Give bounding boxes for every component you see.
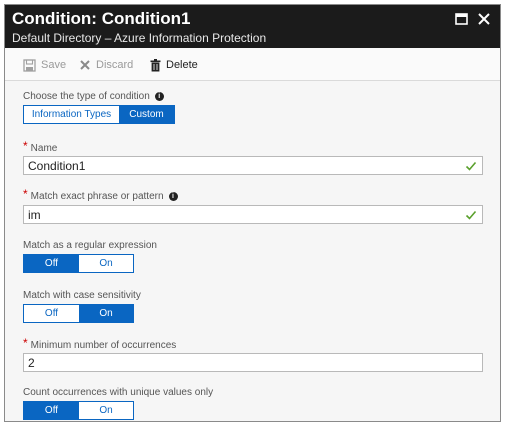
info-icon[interactable]: i bbox=[154, 92, 164, 101]
check-icon bbox=[465, 210, 477, 220]
discard-icon bbox=[80, 60, 90, 70]
save-button[interactable]: Save bbox=[23, 57, 66, 73]
regex-on-option[interactable]: On bbox=[79, 255, 133, 272]
unique-values-label-row: Count occurrences with unique values onl… bbox=[23, 387, 213, 398]
min-occurrences-label: Minimum number of occurrences bbox=[30, 339, 177, 351]
title-bar: Condition: Condition1 Default Directory … bbox=[5, 5, 500, 48]
required-marker: * bbox=[23, 336, 28, 350]
close-icon[interactable] bbox=[476, 11, 492, 27]
min-occurrences-label-row: * Minimum number of occurrences bbox=[23, 336, 177, 352]
case-sensitivity-label: Match with case sensitivity bbox=[23, 290, 141, 301]
case-sensitivity-toggle: Off On bbox=[23, 304, 134, 323]
blade-subtitle: Default Directory – Azure Information Pr… bbox=[12, 31, 267, 45]
name-input[interactable] bbox=[24, 157, 458, 175]
discard-label: Discard bbox=[96, 59, 134, 71]
match-phrase-field bbox=[23, 205, 483, 224]
condition-type-label-row: Choose the type of condition i bbox=[23, 91, 164, 102]
unique-values-toggle: Off On bbox=[23, 401, 134, 420]
condition-type-selector: Information Types Custom bbox=[23, 105, 175, 124]
match-phrase-label: Match exact phrase or pattern bbox=[30, 190, 164, 202]
required-marker: * bbox=[23, 139, 28, 153]
condition-type-label: Choose the type of condition bbox=[23, 91, 150, 102]
save-label: Save bbox=[41, 59, 67, 71]
unique-on-option[interactable]: On bbox=[79, 402, 133, 419]
regex-toggle: Off On bbox=[23, 254, 134, 273]
name-label: Name bbox=[30, 142, 58, 154]
delete-button[interactable]: Delete bbox=[150, 57, 198, 73]
blade-title: Condition: Condition1 bbox=[12, 9, 191, 28]
case-on-option[interactable]: On bbox=[79, 305, 133, 322]
required-marker: * bbox=[23, 187, 28, 201]
min-occurrences-field bbox=[23, 353, 483, 372]
save-icon bbox=[23, 58, 36, 72]
case-label-row: Match with case sensitivity bbox=[23, 290, 141, 301]
info-icon[interactable]: i bbox=[168, 191, 178, 201]
option-custom[interactable]: Custom bbox=[119, 106, 174, 123]
min-occurrences-input[interactable] bbox=[24, 354, 458, 372]
option-information-types[interactable]: Information Types bbox=[24, 106, 119, 123]
match-phrase-label-row: * Match exact phrase or pattern i bbox=[23, 187, 178, 203]
delete-label: Delete bbox=[166, 59, 198, 71]
regex-label: Match as a regular expression bbox=[23, 240, 157, 251]
check-icon bbox=[465, 161, 477, 171]
discard-button[interactable]: Discard bbox=[79, 57, 133, 73]
name-field bbox=[23, 156, 483, 175]
regex-off-option[interactable]: Off bbox=[24, 255, 79, 272]
name-label-row: * Name bbox=[23, 139, 58, 155]
match-phrase-input[interactable] bbox=[24, 206, 458, 224]
unique-off-option[interactable]: Off bbox=[24, 402, 79, 419]
case-off-option[interactable]: Off bbox=[24, 305, 79, 322]
maximize-icon[interactable] bbox=[454, 11, 470, 27]
unique-values-label: Count occurrences with unique values onl… bbox=[23, 387, 214, 398]
regex-label-row: Match as a regular expression bbox=[23, 240, 157, 251]
command-bar: Save Discard Delete bbox=[5, 48, 500, 81]
condition-blade: Condition: Condition1 Default Directory … bbox=[4, 4, 501, 422]
trash-icon bbox=[150, 58, 161, 71]
